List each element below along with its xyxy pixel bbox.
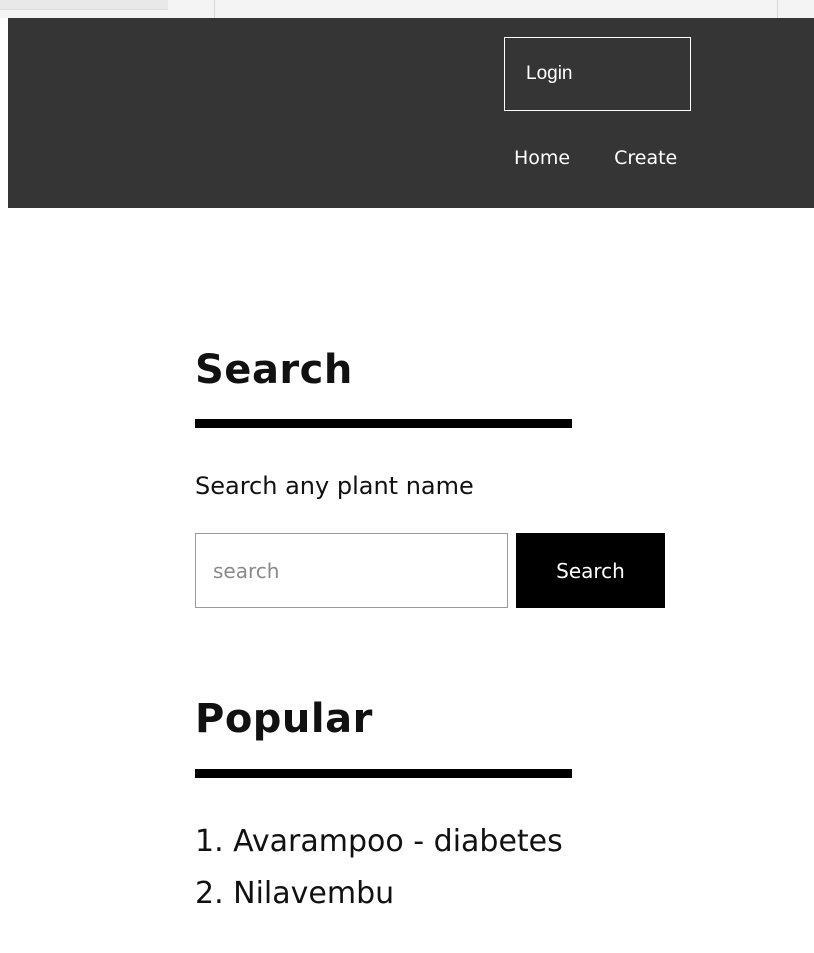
browser-divider xyxy=(777,0,778,18)
popular-section-title: Popular xyxy=(195,696,373,742)
nav-link-create[interactable]: Create xyxy=(614,147,677,169)
main-nav: Home Create xyxy=(514,147,677,169)
search-button[interactable]: Search xyxy=(516,533,665,608)
nav-link-home[interactable]: Home xyxy=(514,147,570,169)
browser-chrome-strip xyxy=(0,0,814,18)
search-section-title: Search xyxy=(195,347,353,393)
browser-divider xyxy=(214,0,215,18)
browser-tab-edge xyxy=(0,0,168,10)
popular-list: 1. Avarampoo - diabetes 2. Nilavembu xyxy=(195,820,563,924)
search-section-divider xyxy=(195,419,572,428)
site-header: Login Home Create xyxy=(8,18,814,208)
popular-list-item[interactable]: 2. Nilavembu xyxy=(195,872,563,924)
login-button[interactable]: Login xyxy=(504,37,691,111)
search-input[interactable] xyxy=(195,533,508,608)
popular-list-item[interactable]: 1. Avarampoo - diabetes xyxy=(195,820,563,872)
search-hint-text: Search any plant name xyxy=(195,472,474,500)
popular-section-divider xyxy=(195,769,572,778)
